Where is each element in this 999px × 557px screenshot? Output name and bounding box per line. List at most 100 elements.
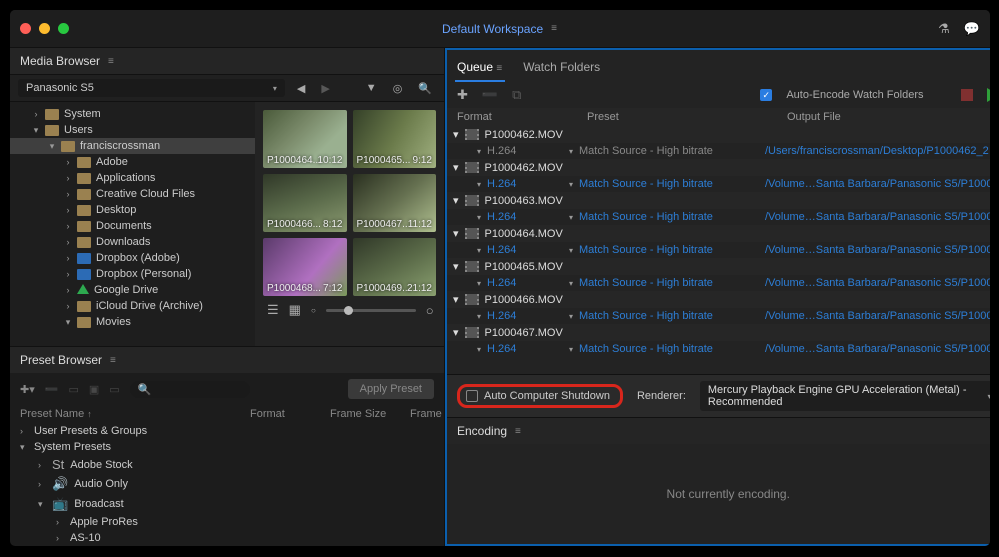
queue-preset[interactable]: Match Source - High bitrate bbox=[579, 310, 713, 322]
add-preset-button[interactable]: ✚▾ bbox=[20, 383, 35, 396]
queue-output[interactable]: /Volume…Santa Barbara/Panasonic S5/P1000… bbox=[765, 343, 991, 355]
queue-item[interactable]: ▾H.264▾Match Source - High bitrate/Users… bbox=[447, 143, 991, 159]
clip-thumbnail[interactable]: P1000469...21:12 bbox=[353, 238, 437, 296]
queue-preset[interactable]: Match Source - High bitrate bbox=[579, 178, 713, 190]
chevron-down-icon[interactable]: ▾ bbox=[569, 246, 573, 255]
disclosure-icon[interactable]: ▾ bbox=[453, 293, 459, 306]
tree-item[interactable]: ›iCloud Drive (Archive) bbox=[10, 298, 255, 314]
queue-item[interactable]: ▾H.264▾Match Source - High bitrate/Volum… bbox=[447, 242, 991, 258]
flask-icon[interactable]: ⚗ bbox=[938, 21, 950, 37]
clip-thumbnail[interactable]: P1000465...9:12 bbox=[353, 110, 437, 168]
col-q-preset[interactable]: Preset bbox=[587, 111, 787, 123]
tree-item[interactable]: ›Downloads bbox=[10, 234, 255, 250]
tree-item[interactable]: ›Creative Cloud Files bbox=[10, 186, 255, 202]
queue-group[interactable]: ▾P1000462.MOV bbox=[447, 126, 991, 143]
queue-output[interactable]: /Volume…Santa Barbara/Panasonic S5/P1000… bbox=[765, 244, 991, 256]
queue-format[interactable]: H.264 bbox=[487, 178, 516, 190]
tree-item[interactable]: ▾franciscrossman bbox=[10, 138, 255, 154]
queue-item[interactable]: ▾H.264▾Match Source - High bitrate/Volum… bbox=[447, 341, 991, 357]
list-view-icon[interactable]: ☰ bbox=[267, 302, 279, 318]
zoom-window[interactable] bbox=[58, 23, 69, 34]
preset-row[interactable]: ›StAdobe Stock bbox=[10, 455, 444, 474]
queue-preset[interactable]: Match Source - High bitrate bbox=[579, 343, 713, 355]
disclosure-icon[interactable]: ▾ bbox=[48, 141, 56, 152]
chevron-down-icon[interactable]: ▾ bbox=[477, 213, 481, 222]
clip-thumbnail[interactable]: P1000466...8:12 bbox=[263, 174, 347, 232]
preset-row[interactable]: ›User Presets & Groups bbox=[10, 423, 444, 439]
chevron-down-icon[interactable]: ▾ bbox=[477, 279, 481, 288]
search-icon[interactable]: 🔍 bbox=[414, 80, 436, 97]
disclosure-icon[interactable]: ▾ bbox=[453, 326, 459, 339]
chevron-down-icon[interactable]: ▾ bbox=[569, 312, 573, 321]
queue-list[interactable]: ▾P1000462.MOV▾H.264▾Match Source - High … bbox=[447, 126, 991, 374]
nav-back-button[interactable]: ◀ bbox=[293, 80, 309, 97]
chevron-down-icon[interactable]: ▾ bbox=[477, 246, 481, 255]
disclosure-icon[interactable]: › bbox=[64, 189, 72, 199]
apply-preset-button[interactable]: Apply Preset bbox=[348, 379, 434, 399]
queue-preset[interactable]: Match Source - High bitrate bbox=[579, 145, 713, 157]
thumb-view-icon[interactable]: ▦ bbox=[289, 302, 301, 318]
disclosure-icon[interactable]: › bbox=[64, 285, 72, 295]
queue-group[interactable]: ▾P1000464.MOV bbox=[447, 225, 991, 242]
tree-item[interactable]: ›Dropbox (Adobe) bbox=[10, 250, 255, 266]
chevron-down-icon[interactable]: ▾ bbox=[477, 180, 481, 189]
disclosure-icon[interactable]: › bbox=[64, 173, 72, 183]
disclosure-icon[interactable]: ▾ bbox=[20, 442, 28, 453]
chevron-down-icon[interactable]: ▾ bbox=[569, 180, 573, 189]
preset-row[interactable]: ›🔊Audio Only bbox=[10, 474, 444, 494]
media-browser-menu-icon[interactable]: ≡ bbox=[108, 56, 115, 67]
source-dropdown[interactable]: Panasonic S5 ▾ bbox=[18, 79, 285, 97]
ingest-icon[interactable]: ◎ bbox=[389, 80, 407, 97]
chevron-down-icon[interactable]: ▾ bbox=[569, 279, 573, 288]
disclosure-icon[interactable]: › bbox=[64, 205, 72, 215]
disclosure-icon[interactable]: › bbox=[56, 517, 64, 527]
preset-row[interactable]: ›Apple ProRes bbox=[10, 514, 444, 530]
col-q-output[interactable]: Output File bbox=[787, 111, 991, 123]
queue-format[interactable]: H.264 bbox=[487, 343, 516, 355]
chat-icon[interactable]: 💬 bbox=[964, 21, 980, 37]
queue-item[interactable]: ▾H.264▾Match Source - High bitrate/Volum… bbox=[447, 308, 991, 324]
disclosure-icon[interactable]: › bbox=[64, 301, 72, 311]
start-queue-button[interactable] bbox=[987, 88, 991, 102]
col-format[interactable]: Format bbox=[250, 408, 330, 420]
queue-preset[interactable]: Match Source - High bitrate bbox=[579, 277, 713, 289]
minimize-window[interactable] bbox=[39, 23, 50, 34]
workspace-switcher[interactable]: Default Workspace ≡ bbox=[442, 22, 558, 36]
preset-settings-icon[interactable]: ▭ bbox=[68, 383, 78, 396]
disclosure-icon[interactable]: ▾ bbox=[32, 125, 40, 136]
queue-preset[interactable]: Match Source - High bitrate bbox=[579, 211, 713, 223]
disclosure-icon[interactable]: › bbox=[64, 237, 72, 247]
queue-output[interactable]: /Volume…Santa Barbara/Panasonic S5/P1000… bbox=[765, 277, 991, 289]
disclosure-icon[interactable]: ▾ bbox=[453, 128, 459, 141]
preset-dup-icon[interactable]: ▭ bbox=[109, 383, 119, 396]
disclosure-icon[interactable]: › bbox=[32, 109, 40, 119]
queue-format[interactable]: H.264 bbox=[487, 310, 516, 322]
queue-format[interactable]: H.264 bbox=[487, 145, 516, 157]
chevron-down-icon[interactable]: ▾ bbox=[569, 213, 573, 222]
disclosure-icon[interactable]: › bbox=[20, 426, 28, 436]
tree-item[interactable]: ▾Users bbox=[10, 122, 255, 138]
disclosure-icon[interactable]: › bbox=[38, 460, 46, 470]
delete-preset-button[interactable]: ➖ bbox=[45, 383, 59, 396]
renderer-dropdown[interactable]: Mercury Playback Engine GPU Acceleration… bbox=[700, 381, 991, 411]
queue-item[interactable]: ▾H.264▾Match Source - High bitrate/Volum… bbox=[447, 176, 991, 192]
col-q-format[interactable]: Format bbox=[457, 111, 587, 123]
preset-tree[interactable]: ›User Presets & Groups▾System Presets›St… bbox=[10, 423, 444, 546]
auto-shutdown-checkbox[interactable] bbox=[466, 390, 478, 402]
add-source-button[interactable]: ✚ bbox=[457, 87, 468, 103]
queue-preset[interactable]: Match Source - High bitrate bbox=[579, 244, 713, 256]
queue-item[interactable]: ▾H.264▾Match Source - High bitrate/Volum… bbox=[447, 275, 991, 291]
preset-group-icon[interactable]: ▣ bbox=[89, 383, 99, 396]
tree-item[interactable]: ›Documents bbox=[10, 218, 255, 234]
remove-source-button[interactable]: ➖ bbox=[482, 87, 498, 103]
tree-item[interactable]: ›Desktop bbox=[10, 202, 255, 218]
tree-item[interactable]: ›System bbox=[10, 106, 255, 122]
encoding-menu-icon[interactable]: ≡ bbox=[515, 426, 522, 437]
chevron-down-icon[interactable]: ▾ bbox=[569, 345, 573, 354]
clip-thumbnail[interactable]: P1000468...7:12 bbox=[263, 238, 347, 296]
queue-group[interactable]: ▾P1000462.MOV bbox=[447, 159, 991, 176]
disclosure-icon[interactable]: ▾ bbox=[453, 260, 459, 273]
tree-item[interactable]: ›Google Drive bbox=[10, 282, 255, 298]
disclosure-icon[interactable]: › bbox=[64, 157, 72, 167]
queue-output[interactable]: /Users/franciscrossman/Desktop/P1000462_… bbox=[765, 145, 991, 157]
